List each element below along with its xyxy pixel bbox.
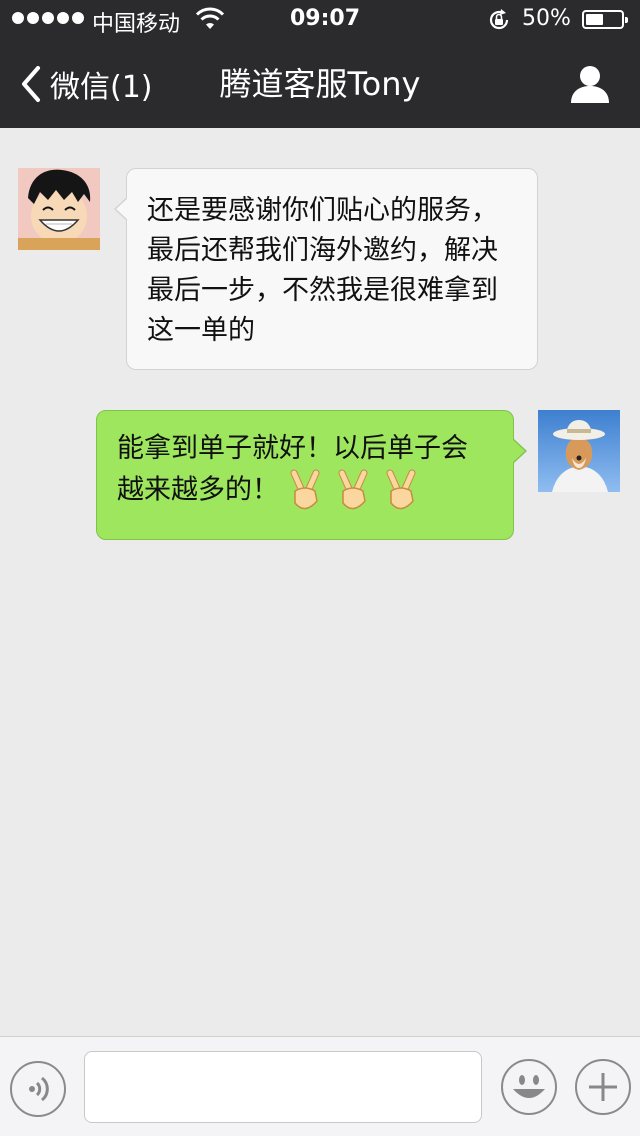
chevron-left-icon (22, 66, 40, 102)
message-line: 这一单的 (147, 315, 255, 346)
message-line: 还是要感谢你们贴心的服务， (147, 195, 498, 226)
my-avatar[interactable] (538, 410, 620, 492)
message-line: 最后还帮我们海外邀约，解决 (147, 235, 498, 266)
message-line: 越来越多的！ (117, 474, 279, 506)
emoji-group (285, 469, 421, 513)
plus-icon (589, 1073, 617, 1101)
signal-dots-icon (12, 12, 84, 24)
emoji-button[interactable] (501, 1059, 557, 1115)
outgoing-message-bubble[interactable]: 能拿到单子就好！以后单子会 越来越多的！ (96, 410, 527, 540)
carrier-label: 中国移动 (92, 12, 181, 37)
input-bar (0, 1036, 640, 1136)
emoji-face-icon (513, 1075, 545, 1098)
voice-button[interactable] (10, 1061, 66, 1117)
wifi-icon (195, 7, 225, 29)
profile-icon[interactable] (568, 64, 612, 104)
nav-bar: 微信(1) 腾道客服Tony (0, 40, 640, 128)
contact-avatar[interactable] (18, 168, 100, 250)
victory-hand-icon (290, 469, 320, 510)
voice-icon (29, 1076, 49, 1102)
top-bar: 中国移动 09:07 50% 微信(1) 腾道客服Tony (0, 0, 640, 128)
status-bar: 中国移动 09:07 50% (0, 0, 640, 40)
victory-hand-icon (338, 469, 368, 510)
message-line: 最后一步，不然我是很难拿到 (147, 275, 498, 306)
more-button[interactable] (575, 1059, 631, 1115)
chat-title: 腾道客服Tony (219, 65, 421, 103)
battery-percent: 50% (522, 6, 571, 31)
battery-icon (582, 10, 628, 29)
incoming-message-bubble[interactable]: 还是要感谢你们贴心的服务， 最后还帮我们海外邀约，解决 最后一步，不然我是很难拿… (114, 168, 538, 370)
clock: 09:07 (290, 6, 361, 31)
message-input[interactable] (84, 1051, 482, 1123)
chat-area[interactable]: 还是要感谢你们贴心的服务， 最后还帮我们海外邀约，解决 最后一步，不然我是很难拿… (0, 128, 640, 1036)
orientation-lock-icon (489, 9, 509, 30)
victory-hand-icon (386, 469, 416, 510)
message-line: 能拿到单子就好！以后单子会 (117, 433, 468, 464)
